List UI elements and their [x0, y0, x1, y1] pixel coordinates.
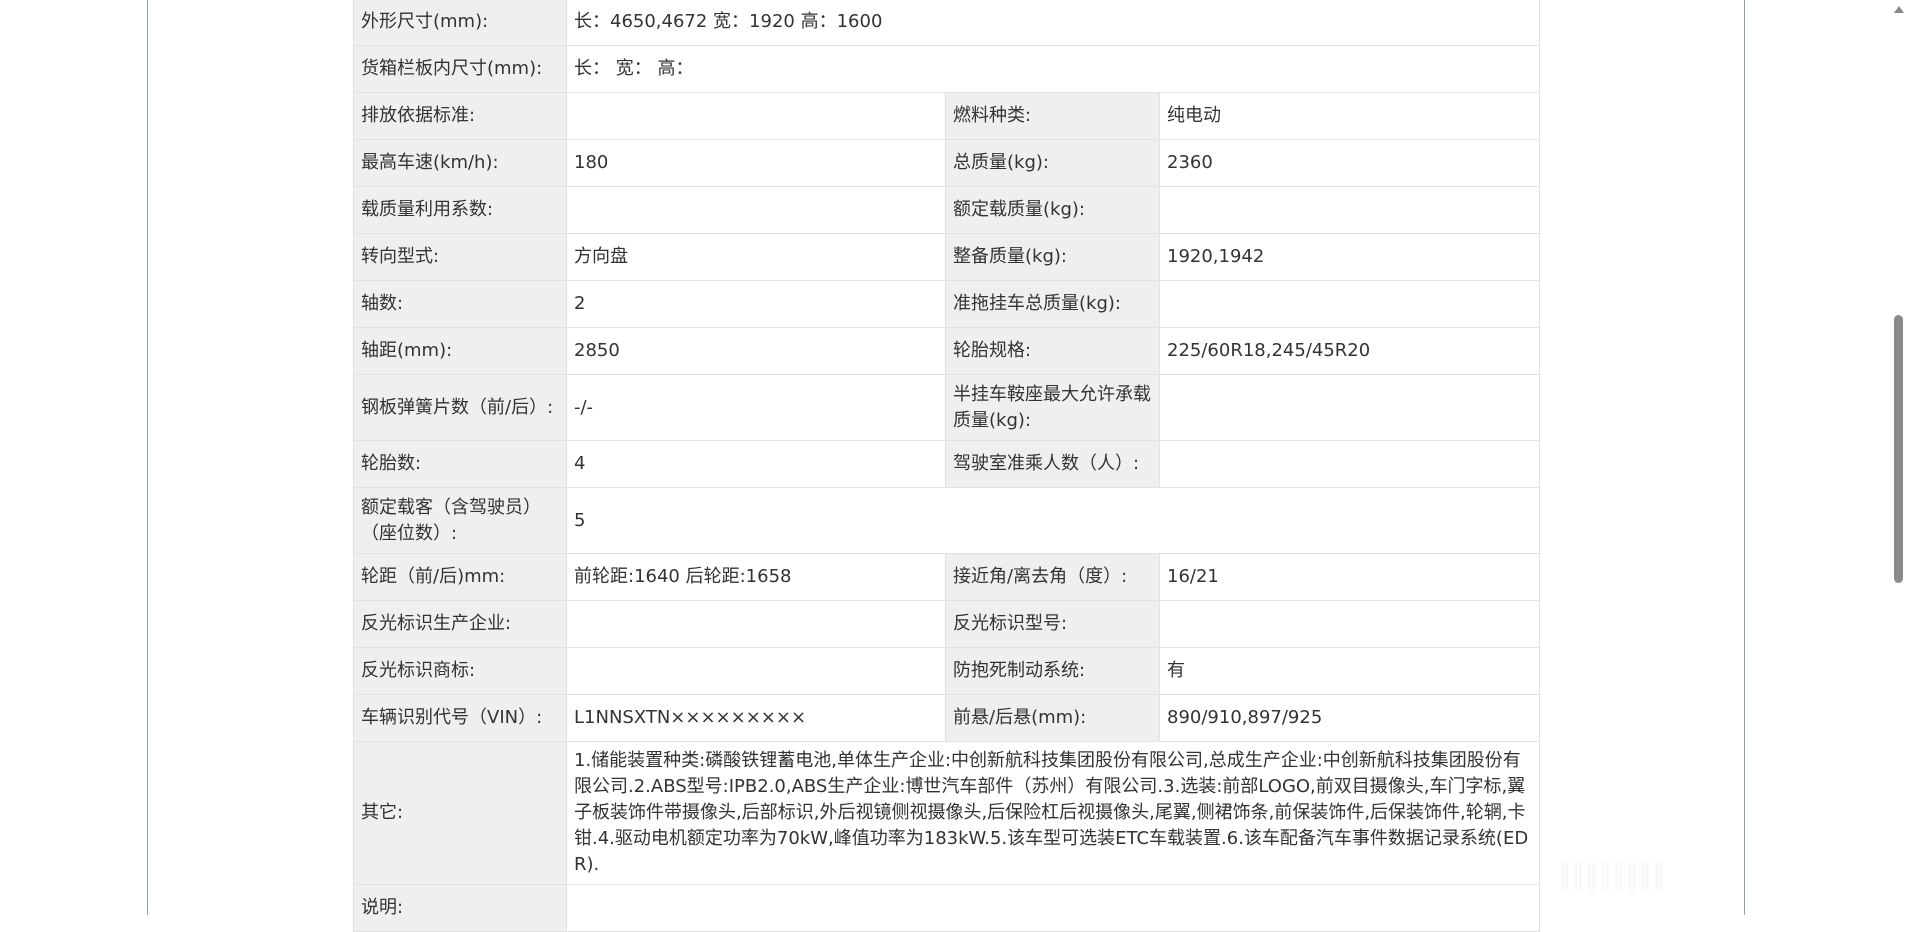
label-track-width: 轮距（前/后)mm: — [353, 553, 567, 601]
label-axle-count: 轴数: — [353, 280, 567, 328]
label-curb-weight: 整备质量(kg): — [945, 233, 1160, 281]
value-max-speed: 180 — [566, 139, 946, 187]
value-rated-load — [1159, 186, 1540, 234]
label-reflector-model: 反光标识型号: — [945, 600, 1160, 648]
label-load-factor: 载质量利用系数: — [353, 186, 567, 234]
value-track-width: 前轮距:1640 后轮距:1658 — [566, 553, 946, 601]
label-tire-spec: 轮胎规格: — [945, 327, 1160, 375]
value-cargo-box-size: 长： 宽： 高： — [566, 45, 1540, 93]
value-wheelbase: 2850 — [566, 327, 946, 375]
label-rated-load: 额定载质量(kg): — [945, 186, 1160, 234]
value-other: 1.储能装置种类:磷酸铁锂蓄电池,单体生产企业:中创新航科技集团股份有限公司,总… — [566, 741, 1540, 885]
watermark: |||||||| — [1560, 858, 1668, 891]
value-steering-type: 方向盘 — [566, 233, 946, 281]
table-row: 额定载客（含驾驶员）（座位数）: 5 — [353, 487, 1540, 554]
label-leaf-springs: 钢板弹簧片数（前/后）: — [353, 374, 567, 441]
table-row: 反光标识商标: 防抱死制动系统: 有 — [353, 647, 1540, 695]
label-emission-standard: 排放依据标准: — [353, 92, 567, 140]
value-tire-spec: 225/60R18,245/45R20 — [1159, 327, 1540, 375]
value-fifth-wheel-load — [1159, 374, 1540, 441]
table-row: 最高车速(km/h): 180 总质量(kg): 2360 — [353, 139, 1540, 187]
table-row: 载质量利用系数: 额定载质量(kg): — [353, 186, 1540, 234]
label-wheelbase: 轴距(mm): — [353, 327, 567, 375]
label-rated-passengers: 额定载客（含驾驶员）（座位数）: — [353, 487, 567, 554]
value-fuel-type: 纯电动 — [1159, 92, 1540, 140]
table-row: 其它: 1.储能装置种类:磷酸铁锂蓄电池,单体生产企业:中创新航科技集团股份有限… — [353, 741, 1540, 885]
scroll-thumb[interactable] — [1894, 315, 1903, 583]
table-row: 排放依据标准: 燃料种类: 纯电动 — [353, 92, 1540, 140]
value-leaf-springs: -/- — [566, 374, 946, 441]
label-abs: 防抱死制动系统: — [945, 647, 1160, 695]
label-vin: 车辆识别代号（VIN）: — [353, 694, 567, 742]
value-vin: L1NNSXTN××××××××× — [566, 694, 946, 742]
value-overhang: 890/910,897/925 — [1159, 694, 1540, 742]
value-dimensions: 长：4650,4672 宽：1920 高：1600 — [566, 0, 1540, 46]
vertical-scrollbar[interactable] — [1888, 0, 1910, 915]
value-reflector-model — [1159, 600, 1540, 648]
value-approach-departure-angle: 16/21 — [1159, 553, 1540, 601]
value-axle-count: 2 — [566, 280, 946, 328]
label-fuel-type: 燃料种类: — [945, 92, 1160, 140]
label-reflector-maker: 反光标识生产企业: — [353, 600, 567, 648]
value-load-factor — [566, 186, 946, 234]
table-row: 轴数: 2 准拖挂车总质量(kg): — [353, 280, 1540, 328]
label-total-mass: 总质量(kg): — [945, 139, 1160, 187]
label-trailer-mass: 准拖挂车总质量(kg): — [945, 280, 1160, 328]
label-max-speed: 最高车速(km/h): — [353, 139, 567, 187]
table-row: 轮胎数: 4 驾驶室准乘人数（人）: — [353, 440, 1540, 488]
value-total-mass: 2360 — [1159, 139, 1540, 187]
value-reflector-brand — [566, 647, 946, 695]
vehicle-spec-table: 外形尺寸(mm): 长：4650,4672 宽：1920 高：1600 货箱栏板… — [353, 0, 1540, 932]
value-rated-passengers: 5 — [566, 487, 1540, 554]
table-row: 转向型式: 方向盘 整备质量(kg): 1920,1942 — [353, 233, 1540, 281]
table-row: 轴距(mm): 2850 轮胎规格: 225/60R18,245/45R20 — [353, 327, 1540, 375]
label-dimensions: 外形尺寸(mm): — [353, 0, 567, 46]
label-overhang: 前悬/后悬(mm): — [945, 694, 1160, 742]
label-notes: 说明: — [353, 884, 567, 932]
label-steering-type: 转向型式: — [353, 233, 567, 281]
table-row: 外形尺寸(mm): 长：4650,4672 宽：1920 高：1600 — [353, 0, 1540, 46]
value-curb-weight: 1920,1942 — [1159, 233, 1540, 281]
table-row: 轮距（前/后)mm: 前轮距:1640 后轮距:1658 接近角/离去角（度）:… — [353, 553, 1540, 601]
table-row: 钢板弹簧片数（前/后）: -/- 半挂车鞍座最大允许承载质量(kg): — [353, 374, 1540, 441]
label-fifth-wheel-load: 半挂车鞍座最大允许承载质量(kg): — [945, 374, 1160, 441]
label-cargo-box-size: 货箱栏板内尺寸(mm): — [353, 45, 567, 93]
value-notes — [566, 884, 1540, 932]
table-row: 车辆识别代号（VIN）: L1NNSXTN××××××××× 前悬/后悬(mm)… — [353, 694, 1540, 742]
label-reflector-brand: 反光标识商标: — [353, 647, 567, 695]
scroll-up-arrow-icon[interactable] — [1894, 6, 1904, 13]
value-reflector-maker — [566, 600, 946, 648]
value-tire-count: 4 — [566, 440, 946, 488]
table-row: 货箱栏板内尺寸(mm): 长： 宽： 高： — [353, 45, 1540, 93]
table-row: 反光标识生产企业: 反光标识型号: — [353, 600, 1540, 648]
label-approach-departure-angle: 接近角/离去角（度）: — [945, 553, 1160, 601]
value-abs: 有 — [1159, 647, 1540, 695]
label-tire-count: 轮胎数: — [353, 440, 567, 488]
value-emission-standard — [566, 92, 946, 140]
label-cab-passengers: 驾驶室准乘人数（人）: — [945, 440, 1160, 488]
value-trailer-mass — [1159, 280, 1540, 328]
table-row: 说明: — [353, 884, 1540, 932]
label-other: 其它: — [353, 741, 567, 885]
value-cab-passengers — [1159, 440, 1540, 488]
